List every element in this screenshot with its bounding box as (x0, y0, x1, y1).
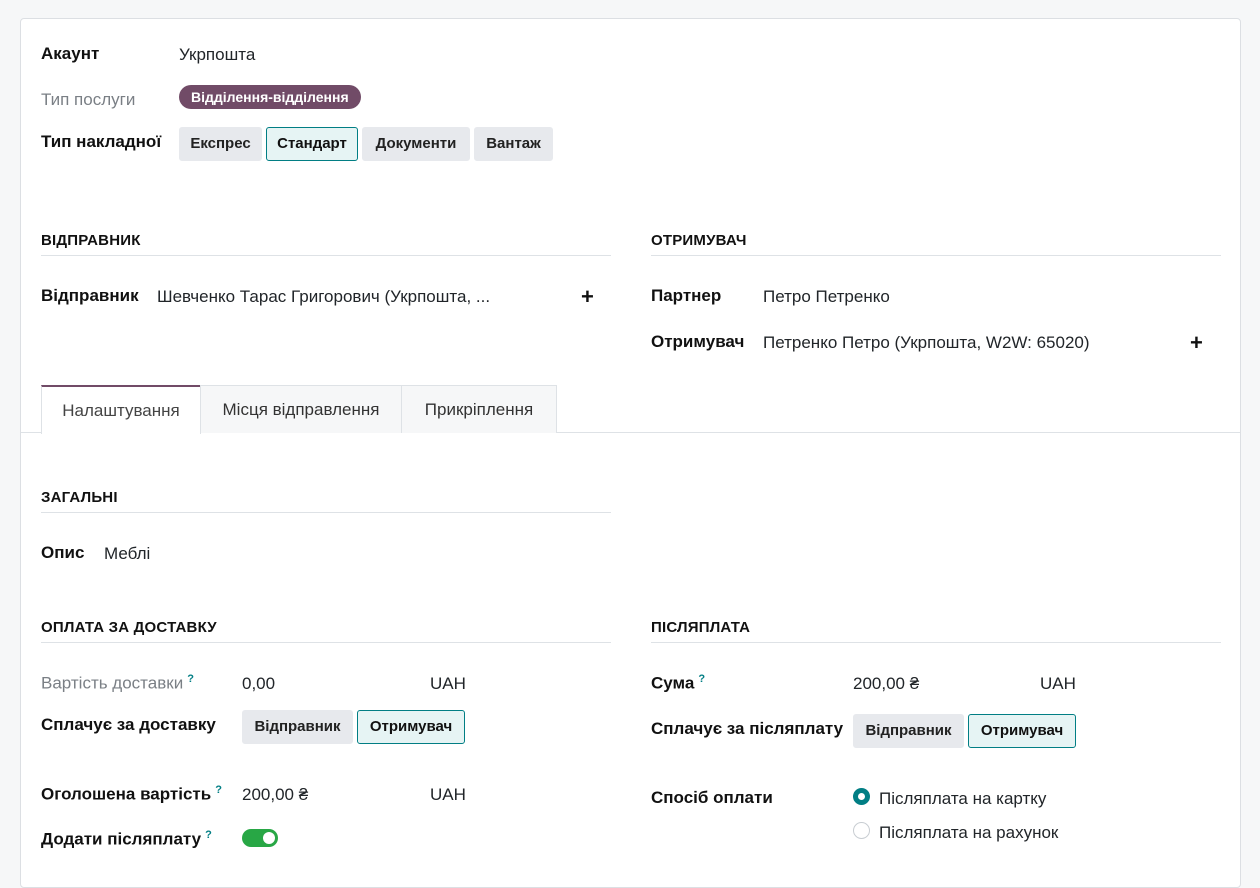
cod-payer-label: Сплачує за післяплату (651, 719, 844, 738)
payment-method-label: Спосіб оплати (651, 788, 773, 807)
add-cod-toggle[interactable] (242, 829, 278, 847)
help-icon[interactable]: ? (215, 784, 222, 796)
description-label: Опис (41, 543, 85, 562)
tab-shipment-places[interactable]: Місця відправлення (200, 385, 402, 433)
account-value[interactable]: Укрпошта (179, 45, 255, 65)
payment-method-card-radio[interactable] (853, 788, 870, 805)
delivery-cost-value[interactable]: 0,00 (242, 674, 275, 694)
sender-value[interactable]: Шевченко Тарас Григорович (Укрпошта, ... (157, 287, 490, 307)
delivery-cost-currency: UAH (430, 674, 466, 693)
delivery-payment-section-title: ОПЛАТА ЗА ДОСТАВКУ (41, 619, 611, 643)
service-type-badge: Відділення-відділення (179, 85, 361, 109)
description-value[interactable]: Меблі (104, 544, 150, 564)
add-cod-label: Додати післяплату? (41, 829, 212, 849)
help-icon[interactable]: ? (205, 829, 212, 841)
plus-icon[interactable]: + (1190, 332, 1203, 354)
payment-method-account-label[interactable]: Післяплата на рахунок (879, 823, 1058, 843)
service-type-label: Тип послуги (41, 90, 136, 109)
recipient-label: Отримувач (651, 332, 745, 351)
cod-payer-recipient-button[interactable]: Отримувач (968, 714, 1076, 748)
recipient-value[interactable]: Петренко Петро (Укрпошта, W2W: 65020) (763, 333, 1090, 353)
delivery-payer-sender-button[interactable]: Відправник (242, 710, 353, 744)
help-icon[interactable]: ? (187, 673, 194, 685)
payment-method-account-radio[interactable] (853, 822, 870, 839)
recipient-section-title: ОТРИМУВАЧ (651, 232, 1221, 256)
plus-icon[interactable]: + (581, 286, 594, 308)
tab-attachments[interactable]: Прикріплення (401, 385, 557, 433)
sender-label: Відправник (41, 286, 139, 305)
waybill-type-cargo-button[interactable]: Вантаж (474, 127, 553, 161)
sender-section-title: ВІДПРАВНИК (41, 232, 611, 256)
declared-value[interactable]: 200,00 ₴ (242, 785, 308, 805)
payment-method-card-label[interactable]: Післяплата на картку (879, 789, 1046, 809)
waybill-type-standard-button[interactable]: Стандарт (266, 127, 358, 161)
delivery-payer-label: Сплачує за доставку (41, 715, 216, 734)
waybill-type-label: Тип накладної (41, 132, 162, 151)
cod-amount-currency: UAH (1040, 674, 1076, 693)
delivery-cost-label: Вартість доставки? (41, 673, 194, 693)
declared-value-label: Оголошена вартість? (41, 784, 222, 804)
cod-amount-value[interactable]: 200,00 ₴ (853, 674, 919, 694)
cod-section-title: ПІСЛЯПЛАТА (651, 619, 1221, 643)
partner-value[interactable]: Петро Петренко (763, 287, 890, 307)
declared-value-currency: UAH (430, 785, 466, 804)
delivery-payer-recipient-button[interactable]: Отримувач (357, 710, 465, 744)
waybill-type-documents-button[interactable]: Документи (362, 127, 470, 161)
general-section-title: ЗАГАЛЬНІ (41, 489, 611, 513)
account-label: Акаунт (41, 44, 100, 63)
cod-amount-label: Сума? (651, 673, 706, 693)
form-sheet: Акаунт Укрпошта Тип послуги Відділення-в… (20, 18, 1241, 888)
tab-settings[interactable]: Налаштування (41, 385, 201, 434)
cod-payer-sender-button[interactable]: Відправник (853, 714, 964, 748)
partner-label: Партнер (651, 286, 722, 305)
help-icon[interactable]: ? (698, 673, 705, 685)
waybill-type-express-button[interactable]: Експрес (179, 127, 262, 161)
